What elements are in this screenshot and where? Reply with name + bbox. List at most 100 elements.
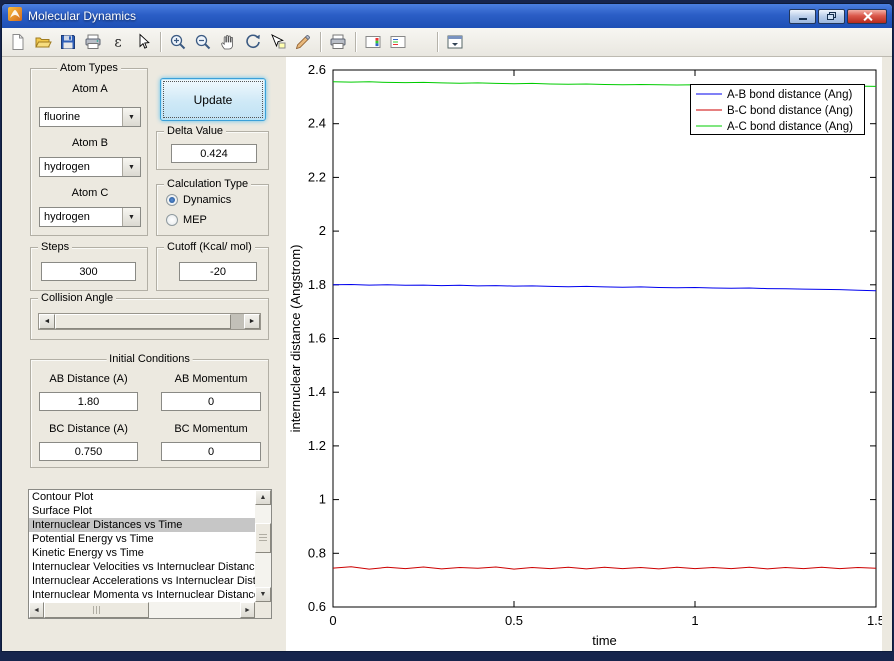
brush-icon[interactable] <box>291 30 315 54</box>
collision-angle-slider[interactable]: ◄ ► <box>38 313 261 330</box>
title-bar: Molecular Dynamics <box>2 4 892 28</box>
restore-button[interactable] <box>818 9 845 24</box>
vertical-scroll-thumb[interactable] <box>255 523 271 553</box>
chart-svg[interactable]: 00.511.50.60.811.21.41.61.822.22.42.6tim… <box>286 57 882 651</box>
radio-dynamics-label: Dynamics <box>183 194 231 206</box>
data-cursor-icon[interactable] <box>266 30 290 54</box>
chevron-down-icon[interactable]: ▼ <box>122 158 140 176</box>
slider-left-arrow-icon[interactable]: ◄ <box>39 314 55 329</box>
steps-title: Steps <box>38 241 72 253</box>
list-item[interactable]: Contour Plot <box>29 490 255 504</box>
insert-colorbar-icon[interactable] <box>361 30 385 54</box>
x-tick-label: 1 <box>691 613 698 628</box>
y-tick-label: 2.6 <box>308 62 326 77</box>
y-tick-label: 1.8 <box>308 277 326 292</box>
save-figure-icon[interactable] <box>56 30 80 54</box>
atom-a-label: Atom A <box>31 83 149 95</box>
cutoff-title: Cutoff (Kcal/ mol) <box>164 241 255 253</box>
bc-distance-field[interactable] <box>39 442 138 461</box>
atom-types-panel: Atom Types Atom A fluorine ▼ Atom B hydr… <box>30 68 148 236</box>
slider-right-arrow-icon[interactable]: ► <box>244 314 260 329</box>
pan-icon[interactable] <box>216 30 240 54</box>
bc-momentum-field[interactable] <box>161 442 261 461</box>
delta-value-panel: Delta Value <box>156 131 269 170</box>
atom-c-value: hydrogen <box>40 211 122 223</box>
cutoff-panel: Cutoff (Kcal/ mol) <box>156 247 269 291</box>
toolbar-separator <box>320 32 321 52</box>
figure-area: 00.511.50.60.811.21.41.61.822.22.42.6tim… <box>2 57 892 651</box>
atom-b-value: hydrogen <box>40 161 122 173</box>
collision-angle-title: Collision Angle <box>38 292 116 304</box>
ab-momentum-label: AB Momentum <box>161 373 261 385</box>
list-item[interactable]: Internuclear Accelerations vs Internucle… <box>29 574 255 588</box>
atom-a-dropdown[interactable]: fluorine ▼ <box>39 107 141 127</box>
y-axis-label: internuclear distance (Angstrom) <box>288 245 303 433</box>
horizontal-scroll-track[interactable] <box>44 602 240 618</box>
scroll-right-icon[interactable]: ► <box>240 602 255 618</box>
radio-unselected-icon <box>166 214 178 226</box>
list-item[interactable]: Internuclear Momenta vs Internuclear Dis… <box>29 588 255 602</box>
chevron-down-icon[interactable]: ▼ <box>122 208 140 226</box>
legend-entry-label: A-B bond distance (Ang) <box>727 89 852 101</box>
legend-entry-label: A-C bond distance (Ang) <box>727 121 853 133</box>
list-item[interactable]: Internuclear Velocities vs Internuclear … <box>29 560 255 574</box>
atom-b-dropdown[interactable]: hydrogen ▼ <box>39 157 141 177</box>
vertical-scroll-track[interactable] <box>255 505 271 587</box>
edit-plot-pointer-icon[interactable] <box>131 30 155 54</box>
x-tick-label: 1.5 <box>867 613 882 628</box>
horizontal-scroll-thumb[interactable] <box>44 602 149 618</box>
list-horizontal-scrollbar[interactable]: ◄ ► <box>29 602 255 618</box>
toolbar: ε <box>2 28 892 57</box>
new-figure-icon[interactable] <box>6 30 30 54</box>
plot-type-listbox[interactable]: Contour PlotSurface PlotInternuclear Dis… <box>28 489 272 619</box>
ab-momentum-field[interactable] <box>161 392 261 411</box>
y-tick-label: 1.4 <box>308 384 326 399</box>
list-item[interactable]: Internuclear Distances vs Time <box>29 518 255 532</box>
delta-value-field[interactable] <box>171 144 257 163</box>
radio-mep[interactable]: MEP <box>166 214 207 226</box>
epsilon-tool-icon[interactable]: ε <box>106 30 130 54</box>
scroll-left-icon[interactable]: ◄ <box>29 602 44 618</box>
update-button[interactable]: Update <box>160 78 266 121</box>
list-item[interactable]: Kinetic Energy vs Time <box>29 546 255 560</box>
scroll-up-icon[interactable]: ▲ <box>255 490 271 505</box>
toolbar-separator <box>355 32 356 52</box>
steps-field[interactable] <box>41 262 136 281</box>
close-icon <box>863 12 872 21</box>
matlab-app-icon <box>8 7 22 26</box>
toolbar-separator <box>160 32 161 52</box>
dock-figure-icon[interactable] <box>443 30 467 54</box>
slider-thumb[interactable] <box>55 314 231 329</box>
scroll-down-icon[interactable]: ▼ <box>255 587 271 602</box>
initial-conditions-panel: Initial Conditions AB Distance (A) AB Mo… <box>30 359 269 468</box>
zoom-in-icon[interactable] <box>166 30 190 54</box>
rotate-3d-icon[interactable] <box>241 30 265 54</box>
bc-distance-label: BC Distance (A) <box>39 423 138 435</box>
insert-legend-icon[interactable] <box>386 30 410 54</box>
radio-dynamics[interactable]: Dynamics <box>166 194 231 206</box>
open-file-icon[interactable] <box>31 30 55 54</box>
plot-box <box>333 70 876 607</box>
atom-c-label: Atom C <box>31 187 149 199</box>
minimize-button[interactable] <box>789 9 816 24</box>
list-item[interactable]: Surface Plot <box>29 504 255 518</box>
list-item[interactable]: Potential Energy vs Time <box>29 532 255 546</box>
y-tick-label: 1 <box>319 492 326 507</box>
slider-track[interactable] <box>231 314 244 329</box>
svg-text:ε: ε <box>114 35 121 51</box>
atom-c-dropdown[interactable]: hydrogen ▼ <box>39 207 141 227</box>
chevron-down-icon[interactable]: ▼ <box>122 108 140 126</box>
atom-types-title: Atom Types <box>57 62 121 74</box>
print-figure-icon[interactable] <box>81 30 105 54</box>
ab-distance-field[interactable] <box>39 392 138 411</box>
y-tick-label: 2.2 <box>308 169 326 184</box>
close-button[interactable] <box>847 9 887 24</box>
calculation-type-panel: Calculation Type Dynamics MEP <box>156 184 269 236</box>
bc-momentum-label: BC Momentum <box>161 423 261 435</box>
print-preview-icon[interactable] <box>326 30 350 54</box>
list-vertical-scrollbar[interactable]: ▲ ▼ <box>255 490 271 602</box>
cutoff-field[interactable] <box>179 262 257 281</box>
radio-mep-label: MEP <box>183 214 207 226</box>
zoom-out-icon[interactable] <box>191 30 215 54</box>
x-tick-label: 0 <box>329 613 336 628</box>
